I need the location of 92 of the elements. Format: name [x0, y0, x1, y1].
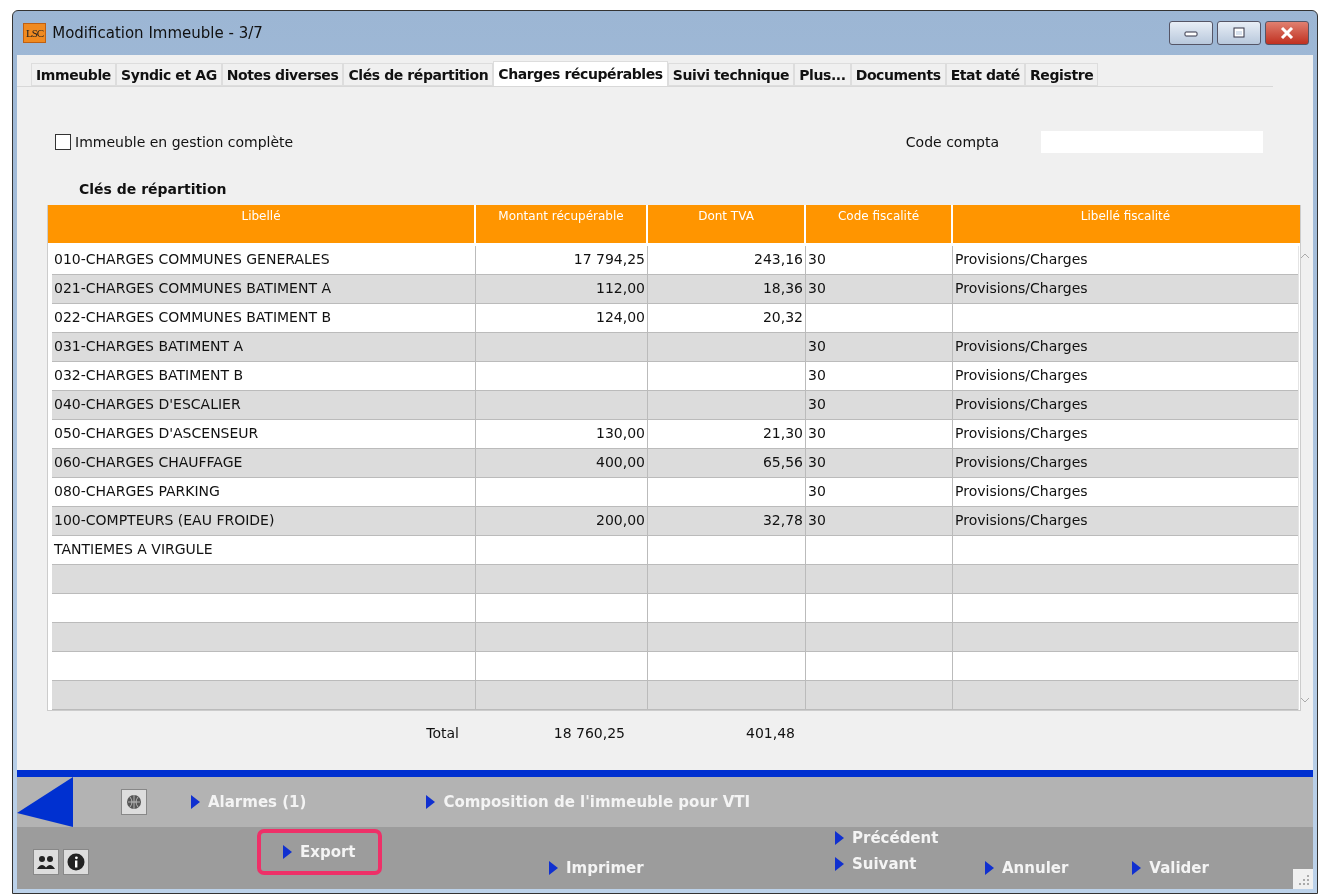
triangle-icon [283, 845, 292, 859]
table-cell: 65,56 [762, 454, 803, 470]
window-title: Modification Immeuble - 3/7 [52, 24, 264, 42]
footer-button[interactable]: Annuler [981, 857, 1073, 879]
info-icon[interactable] [63, 849, 89, 875]
footer-button[interactable]: Valider [1128, 857, 1213, 879]
action-link[interactable]: Export [257, 829, 382, 875]
table-cell: 30 [808, 425, 826, 441]
table-cell: 30 [808, 251, 826, 267]
app-logo: LSC [23, 23, 47, 43]
table-cell: 32,78 [762, 512, 803, 528]
table-cell: 060-CHARGES CHAUFFAGE [54, 454, 243, 470]
table-cell: 18,36 [762, 280, 803, 296]
total-amount: 18 760,25 [553, 725, 625, 741]
table-cell: Provisions/Charges [955, 251, 1088, 267]
triangle-icon [549, 861, 558, 875]
table-cell: 032-CHARGES BATIMENT B [54, 367, 244, 383]
field-label: Code compta [905, 134, 999, 150]
globe-icon[interactable] [121, 789, 147, 815]
table-cell: 30 [808, 483, 826, 499]
total-vat: 401,48 [746, 725, 795, 741]
triangle-icon [1132, 861, 1142, 875]
table-cell: Provisions/Charges [955, 367, 1088, 383]
table-cell: 400,00 [596, 454, 645, 470]
table-cell: Provisions/Charges [955, 280, 1088, 296]
table-cell: Provisions/Charges [955, 483, 1088, 499]
column-header[interactable]: Libellé [48, 205, 476, 243]
table-cell: 022-CHARGES COMMUNES BATIMENT B [54, 309, 332, 325]
users-icon[interactable] [33, 849, 59, 875]
table-cell: 21,30 [762, 425, 803, 441]
table-cell: 010-CHARGES COMMUNES GENERALES [54, 251, 330, 267]
column-header[interactable]: Libellé fiscalité [953, 205, 1298, 243]
table-cell: 17 794,25 [573, 251, 645, 267]
tab[interactable]: Immeuble [31, 63, 116, 86]
tab[interactable]: Clés de répartition [343, 63, 494, 86]
table-cell: 30 [808, 367, 826, 383]
table-cell: 124,00 [596, 309, 645, 325]
table-cell: 20,32 [762, 309, 803, 325]
triangle-icon [835, 831, 844, 845]
tab[interactable]: Plus... [794, 63, 851, 86]
table-cell: TANTIEMES A VIRGULE [54, 541, 213, 557]
table-cell: 30 [808, 512, 826, 528]
table-cell: 30 [808, 280, 826, 296]
navigation-link[interactable]: Précédent [831, 827, 943, 849]
table-cell: Provisions/Charges [955, 425, 1088, 441]
table-cell: 130,00 [596, 425, 645, 441]
table-cell: 031-CHARGES BATIMENT A [54, 338, 244, 354]
close-icon [1280, 27, 1294, 39]
alarms-link[interactable]: Alarmes (1) [187, 791, 311, 813]
table-cell: 080-CHARGES PARKING [54, 483, 220, 499]
table-cell: 100-COMPTEURS (EAU FROIDE) [54, 512, 275, 528]
table-cell: Provisions/Charges [955, 338, 1088, 354]
resize-grip-icon[interactable] [1293, 869, 1313, 889]
tab[interactable]: Charges récupérables [493, 61, 668, 86]
table-cell: 30 [808, 454, 826, 470]
column-header[interactable]: Dont TVA [648, 205, 806, 243]
triangle-icon [426, 795, 436, 809]
table-cell: 200,00 [596, 512, 645, 528]
triangle-icon [985, 861, 994, 875]
maximize-icon [1232, 27, 1246, 39]
table-cell: Provisions/Charges [955, 396, 1088, 412]
table-cell: 040-CHARGES D'ESCALIER [54, 396, 241, 412]
back-arrow-icon[interactable] [17, 777, 73, 827]
tab[interactable]: Documents [850, 63, 946, 86]
minimize-button[interactable] [1169, 21, 1213, 45]
triangle-icon [191, 795, 200, 809]
table-cell: 112,00 [596, 280, 645, 296]
checkbox[interactable] [55, 134, 71, 150]
table-cell: 30 [808, 396, 826, 412]
composition-link[interactable]: Composition de l'immeuble pour VTI [422, 791, 755, 813]
table-cell: Provisions/Charges [955, 454, 1088, 470]
tab[interactable]: Etat daté [945, 63, 1025, 86]
checkbox-label: Immeuble en gestion complète [75, 134, 294, 150]
tab[interactable]: Registre [1024, 63, 1099, 86]
table-cell: 30 [808, 338, 826, 354]
tab[interactable]: Syndic et AG [115, 63, 222, 86]
tab[interactable]: Notes diverses [221, 63, 344, 86]
close-button[interactable] [1265, 21, 1309, 45]
triangle-icon [835, 857, 844, 871]
column-header[interactable]: Code fiscalité [806, 205, 953, 243]
table-cell: 021-CHARGES COMMUNES BATIMENT A [54, 280, 332, 296]
total-label: Total [426, 725, 459, 741]
maximize-button[interactable] [1217, 21, 1261, 45]
tab[interactable]: Suivi technique [667, 63, 795, 86]
action-link[interactable]: Imprimer [545, 857, 648, 879]
column-header[interactable]: Montant récupérable [476, 205, 648, 243]
section-title: Clés de répartition [79, 181, 228, 197]
table-cell: Provisions/Charges [955, 512, 1088, 528]
table-cell: 243,16 [754, 251, 803, 267]
minimize-icon [1184, 29, 1198, 37]
navigation-link[interactable]: Suivant [831, 853, 943, 875]
table-cell: 050-CHARGES D'ASCENSEUR [54, 425, 259, 441]
